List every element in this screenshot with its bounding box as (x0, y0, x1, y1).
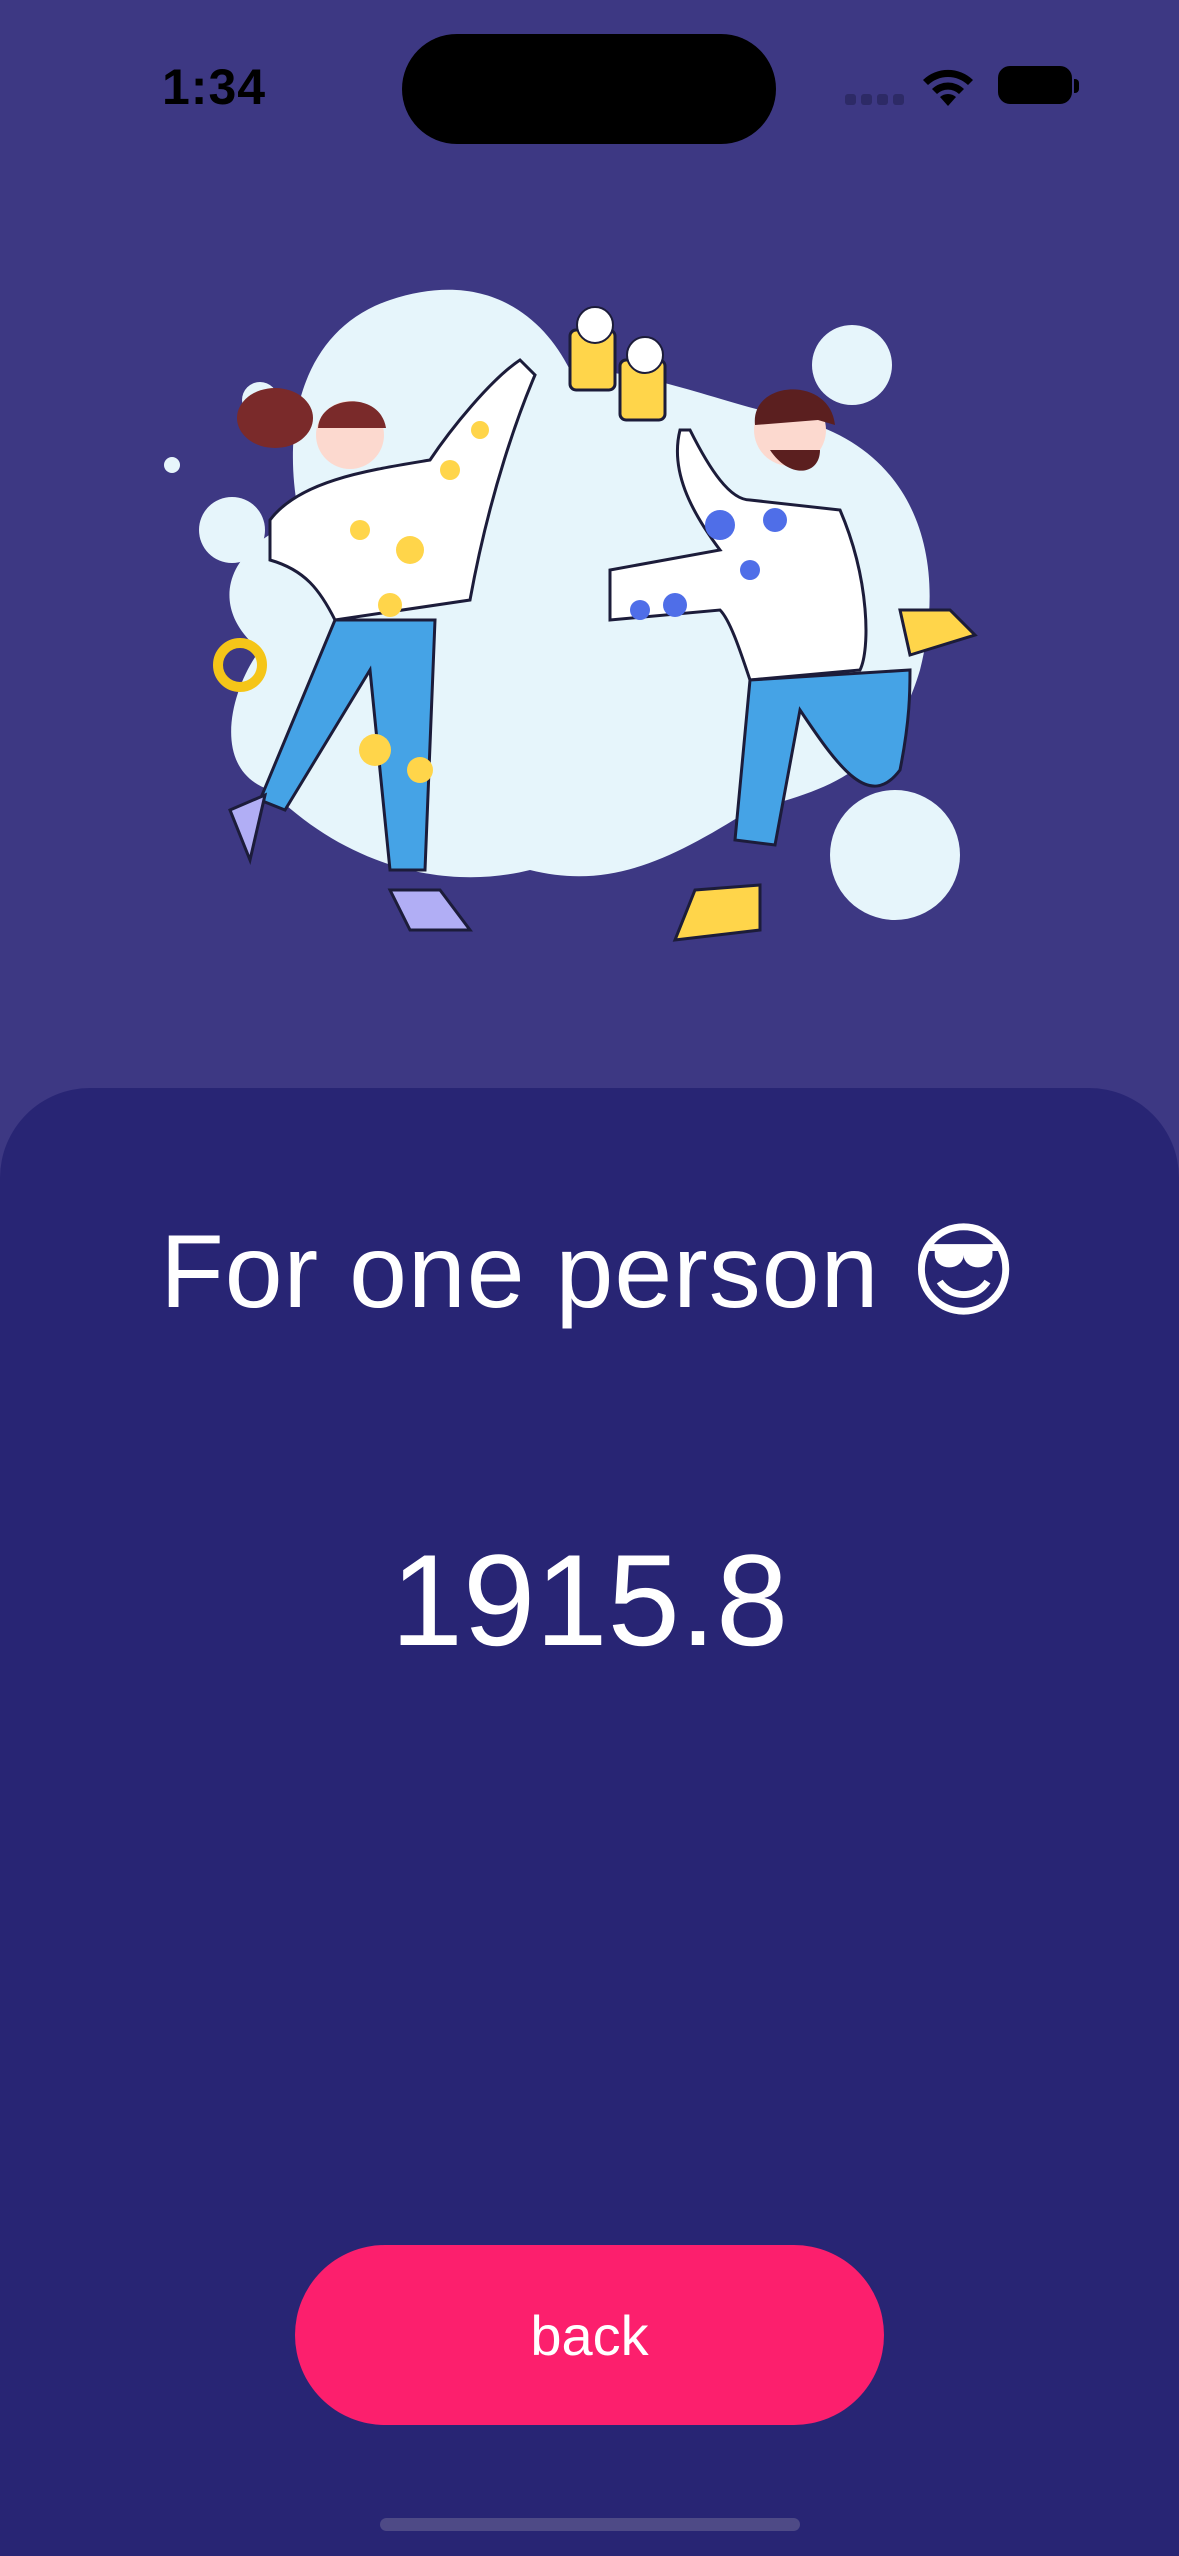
people-toasting-beer-illustration (164, 289, 978, 942)
status-time: 1:34 (162, 59, 267, 115)
status-bar: 1:34 (0, 0, 1179, 180)
home-indicator[interactable] (380, 2518, 800, 2531)
back-button[interactable]: back (295, 2245, 884, 2425)
result-value: 1915.8 (390, 1527, 789, 1673)
wifi-icon (923, 69, 973, 106)
cellular-signal-icon (845, 94, 905, 108)
dynamic-island (402, 34, 776, 144)
page-title: For one person 😎 (160, 1214, 1019, 1330)
battery-icon (998, 66, 1079, 104)
